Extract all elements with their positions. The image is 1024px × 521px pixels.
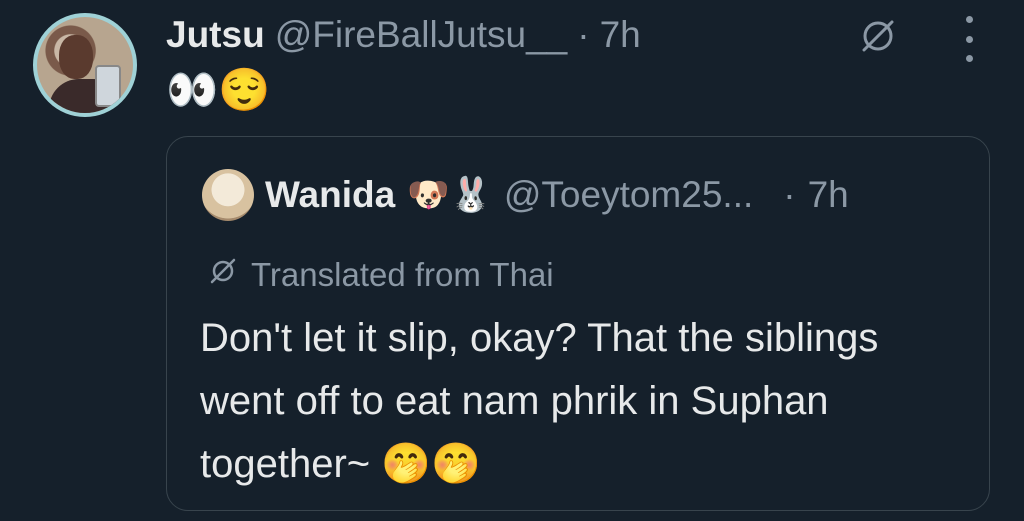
quoted-tweet[interactable]: Wanida 🐶🐰 @Toeytom25... · 7h Translated … <box>166 136 990 511</box>
translate-small-icon <box>207 255 239 295</box>
quoted-author-handle[interactable]: @Toeytom25... <box>504 174 753 216</box>
more-dot <box>965 16 973 23</box>
tweet-header: Jutsu @FireBallJutsu__ · 7h <box>166 10 641 60</box>
author-name[interactable]: Jutsu <box>166 14 265 56</box>
quoted-name-emoji: 🐶🐰 <box>407 176 492 214</box>
tweet-text: 👀😌 <box>166 66 271 113</box>
author-handle[interactable]: @FireBallJutsu__ <box>275 14 568 56</box>
tweet-time[interactable]: 7h <box>600 14 641 56</box>
more-options-icon[interactable] <box>960 16 978 62</box>
separator-dot: · <box>577 14 590 55</box>
avatar-face <box>59 35 93 79</box>
author-avatar[interactable] <box>33 13 137 117</box>
quoted-separator-dot: · <box>783 174 796 215</box>
quoted-author-name[interactable]: Wanida <box>265 174 395 216</box>
more-dot <box>965 35 973 43</box>
quoted-author-avatar[interactable] <box>202 169 254 221</box>
quoted-tweet-text: Don't let it slip, okay? That the siblin… <box>200 316 879 486</box>
translated-text: Translated from Thai <box>251 256 554 293</box>
quoted-tweet-header: Wanida 🐶🐰 @Toeytom25... · 7h <box>265 169 849 221</box>
quoted-tweet-time[interactable]: 7h <box>808 174 849 216</box>
translate-icon[interactable] <box>856 14 900 58</box>
translated-label: Translated from Thai <box>207 253 554 297</box>
avatar-phone <box>95 65 121 107</box>
more-dot <box>965 55 973 62</box>
